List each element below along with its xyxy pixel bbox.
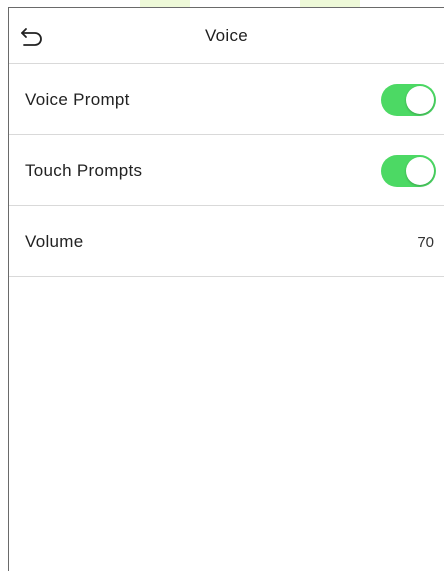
- device-screen: Voice Voice Prompt Touch Prompts Volume …: [8, 7, 444, 571]
- header-bar: Voice: [9, 8, 444, 64]
- page-title: Voice: [204, 26, 249, 45]
- setting-label: Volume: [25, 232, 84, 251]
- touch-prompts-toggle[interactable]: [381, 155, 436, 187]
- voice-prompt-toggle[interactable]: [381, 84, 436, 116]
- volume-value: 70: [417, 234, 434, 251]
- setting-row-volume[interactable]: Volume 70: [9, 206, 444, 277]
- setting-label: Touch Prompts: [25, 161, 143, 180]
- setting-row-touch-prompts[interactable]: Touch Prompts: [9, 135, 444, 206]
- setting-row-voice-prompt[interactable]: Voice Prompt: [9, 64, 444, 135]
- toggle-knob: [406, 157, 434, 185]
- toggle-knob: [406, 86, 434, 114]
- setting-label: Voice Prompt: [25, 90, 130, 109]
- page: Voice Voice Prompt Touch Prompts Volume …: [0, 0, 447, 571]
